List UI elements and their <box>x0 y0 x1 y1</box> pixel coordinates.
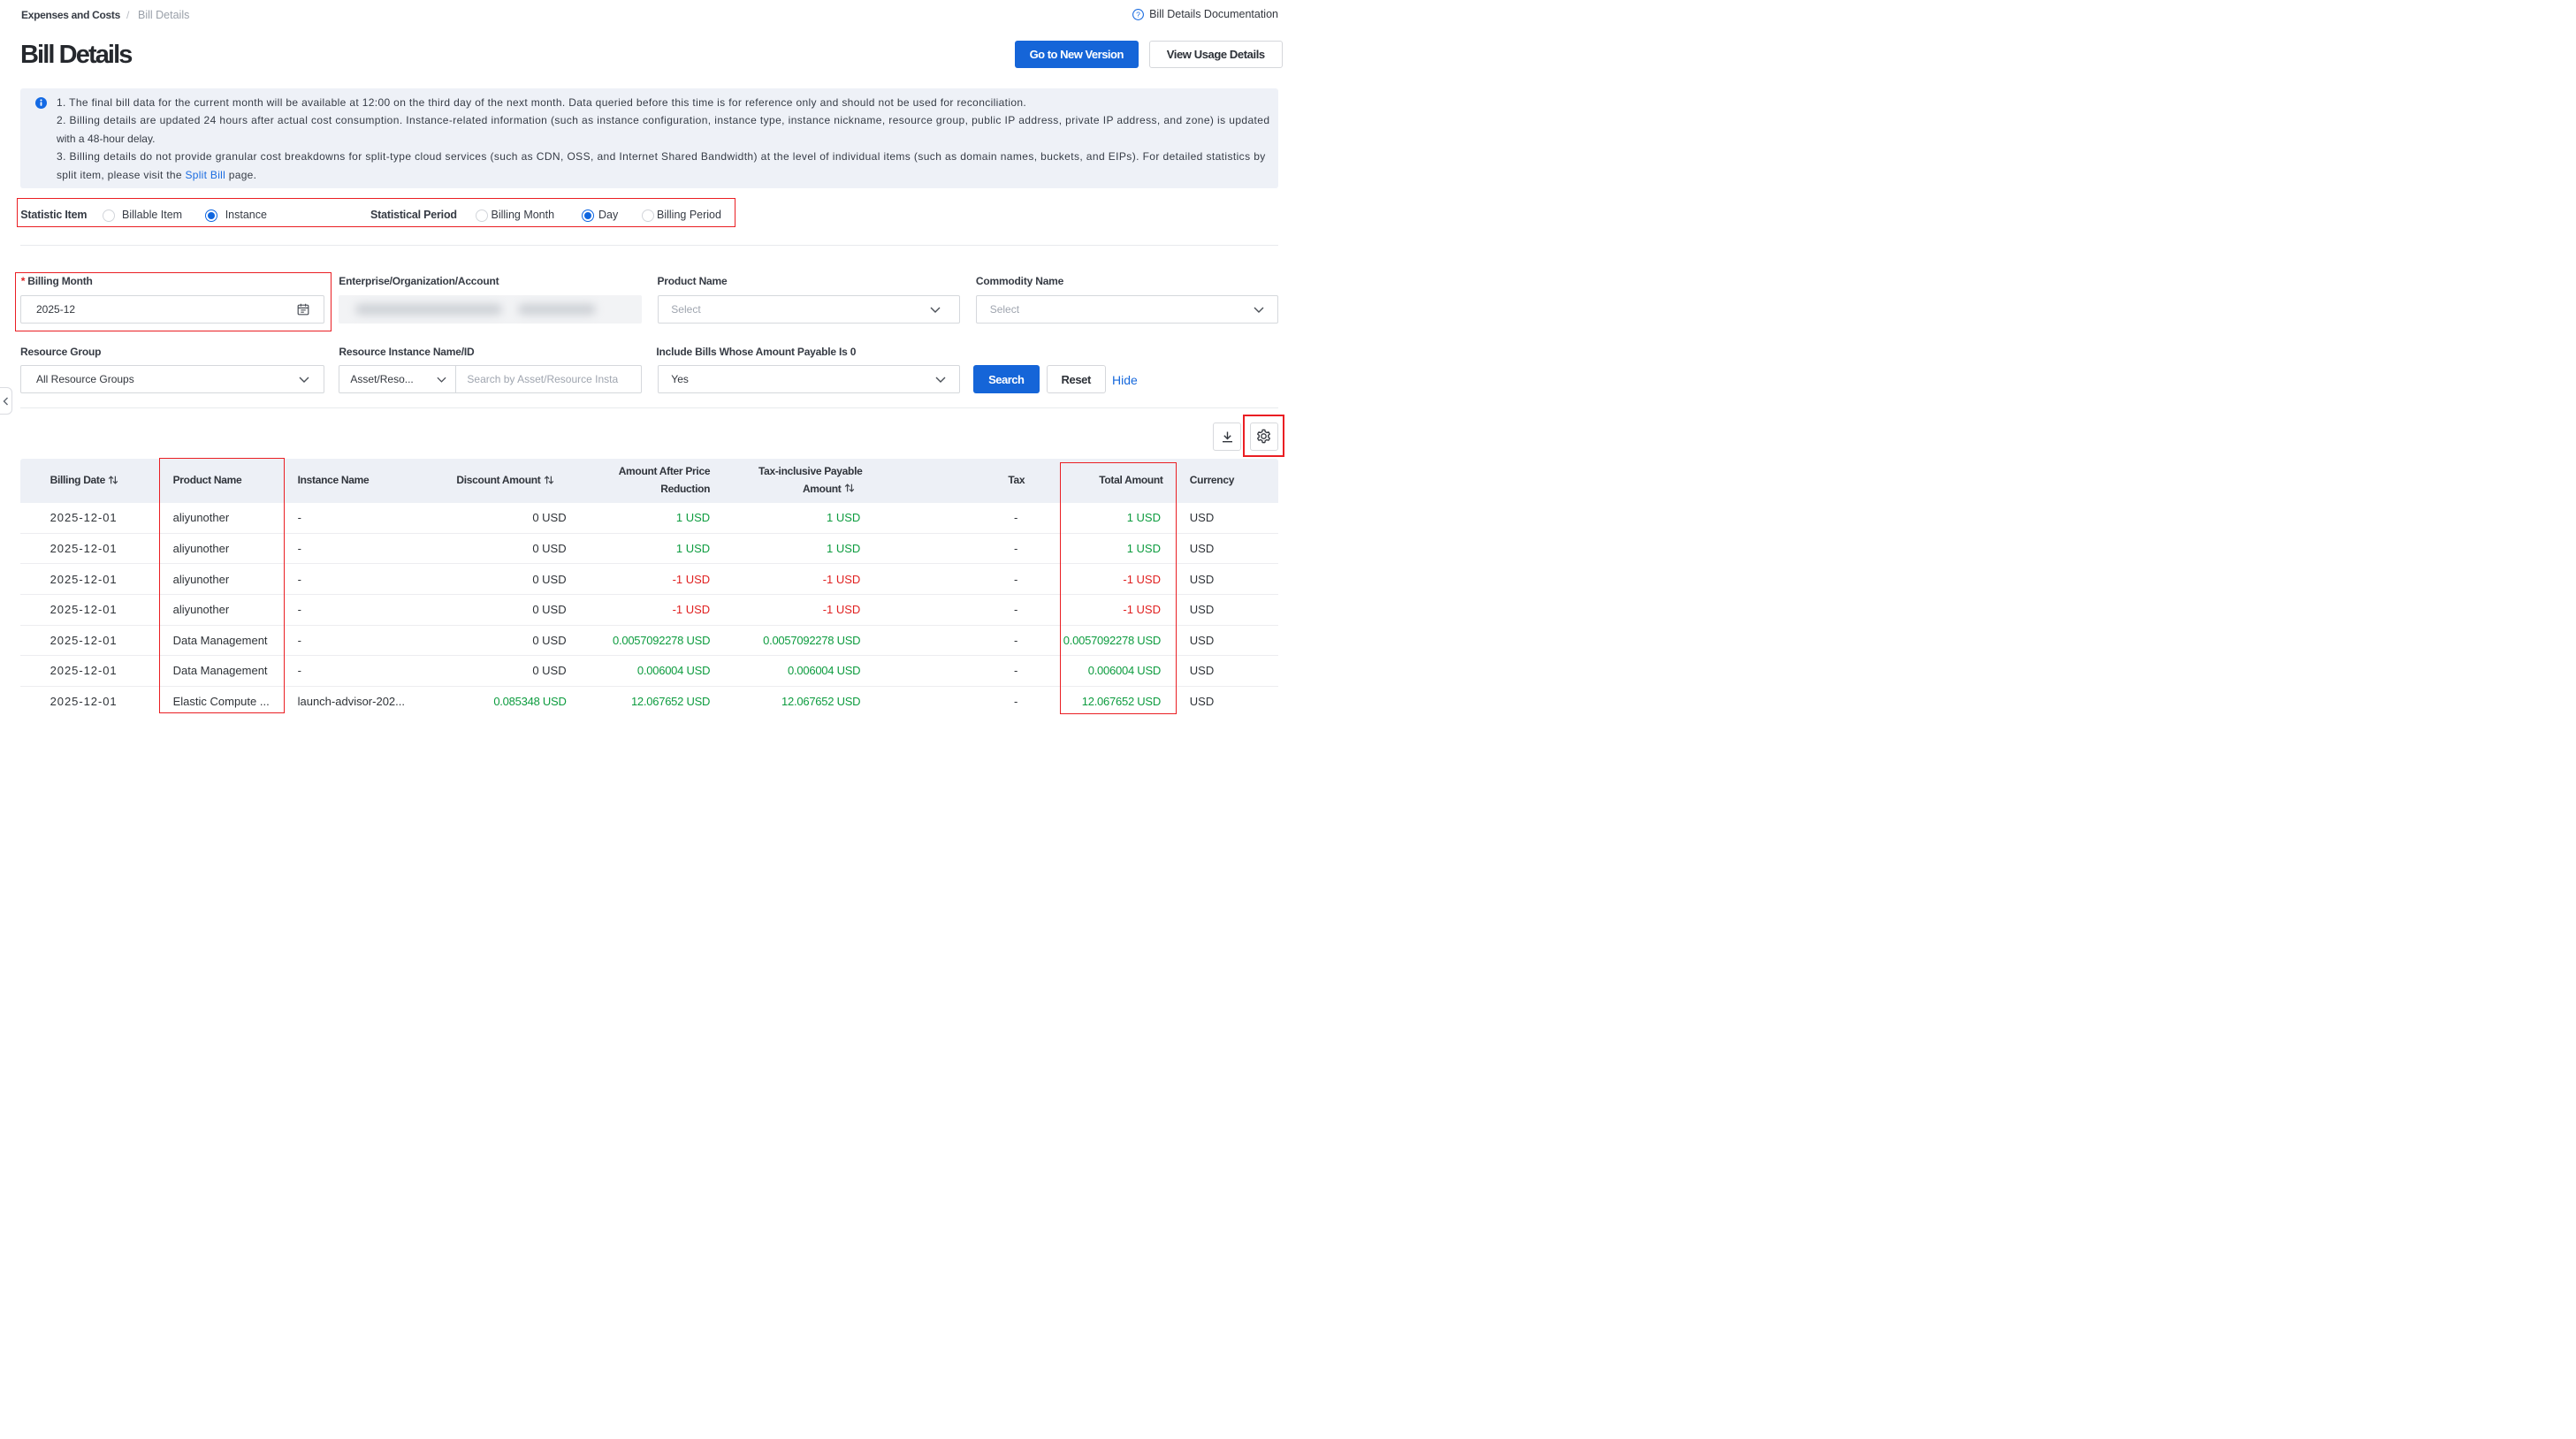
svg-text:?: ? <box>1136 10 1140 19</box>
